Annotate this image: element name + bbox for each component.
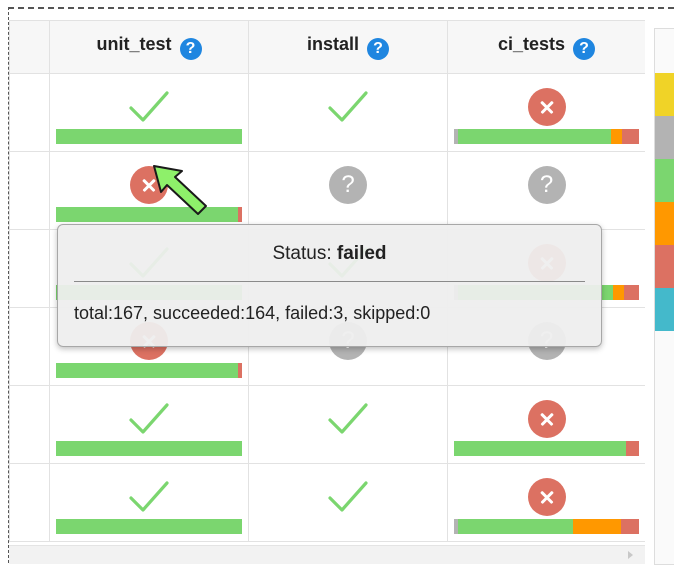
status-cell-install[interactable] [248, 73, 448, 152]
check-icon[interactable] [126, 84, 172, 130]
header-row: unit_test ? install ? ci_tests ? [9, 20, 645, 74]
legend-swatch [655, 202, 674, 245]
progress-segment-failure [626, 441, 639, 456]
status-cell-install[interactable]: ? [248, 151, 448, 230]
column-label: ci_tests [497, 34, 566, 54]
tooltip-title-prefix: Status: [272, 243, 332, 264]
legend-swatch [655, 73, 674, 116]
column-header-ci-tests[interactable]: ci_tests ? [447, 20, 645, 74]
header-stub [9, 20, 50, 74]
horizontal-scrollbar[interactable] [9, 545, 645, 564]
table-row [9, 385, 645, 464]
table-row [9, 463, 645, 542]
tooltip-summary: total:167, succeeded:164, failed:3, skip… [74, 303, 431, 323]
status-cell-unit-test[interactable] [49, 151, 249, 230]
row-stub [9, 73, 50, 152]
status-cell-install[interactable] [248, 385, 448, 464]
dashed-top-border [8, 7, 674, 9]
check-icon[interactable] [325, 84, 371, 130]
status-cell-unit-test[interactable] [49, 385, 249, 464]
check-icon[interactable] [126, 396, 172, 442]
status-cell-ci-tests[interactable] [447, 463, 645, 542]
progress-bar[interactable] [454, 519, 639, 534]
column-header-install[interactable]: install ? [248, 20, 448, 74]
failed-x-icon[interactable] [524, 396, 570, 442]
progress-bar[interactable] [454, 441, 639, 456]
progress-segment-failure [238, 207, 242, 222]
help-icon[interactable]: ? [573, 38, 596, 60]
table-row: ?? [9, 151, 645, 230]
progress-segment-success [454, 441, 627, 456]
status-legend-column [654, 28, 674, 565]
progress-segment-failure [624, 285, 639, 300]
progress-segment-failure [621, 519, 639, 534]
status-cell-install[interactable] [248, 463, 448, 542]
row-stub [9, 307, 50, 386]
legend-swatch [655, 288, 674, 331]
progress-segment-success [56, 441, 242, 456]
progress-segment-unknown [573, 519, 622, 534]
status-cell-unit-test[interactable] [49, 73, 249, 152]
status-cell-unit-test[interactable] [49, 463, 249, 542]
progress-segment-unknown [613, 285, 625, 300]
failed-x-icon[interactable] [524, 84, 570, 130]
progress-segment-unknown [611, 129, 623, 144]
column-label: unit_test [96, 34, 172, 54]
progress-segment-success [56, 519, 242, 534]
progress-bar[interactable] [56, 207, 242, 222]
scroll-right-arrow-icon[interactable] [628, 551, 633, 559]
help-icon[interactable]: ? [367, 38, 390, 60]
failed-x-icon[interactable] [524, 474, 570, 520]
column-header-unit-test[interactable]: unit_test ? [49, 20, 249, 74]
tooltip-divider [74, 281, 585, 282]
progress-segment-success [457, 129, 612, 144]
unknown-question-icon[interactable]: ? [325, 162, 371, 208]
legend-swatch [655, 116, 674, 159]
progress-bar[interactable] [56, 129, 242, 144]
progress-bar[interactable] [56, 441, 242, 456]
check-icon[interactable] [325, 396, 371, 442]
row-stub [9, 229, 50, 308]
progress-bar[interactable] [56, 363, 242, 378]
progress-segment-failure [622, 129, 639, 144]
status-tooltip: Status: failed total:167, succeeded:164,… [57, 224, 602, 347]
check-icon[interactable] [126, 474, 172, 520]
status-cell-ci-tests[interactable]: ? [447, 151, 645, 230]
progress-segment-success [56, 129, 242, 144]
legend-swatch [655, 159, 674, 202]
status-cell-ci-tests[interactable] [447, 73, 645, 152]
progress-segment-success [457, 519, 574, 534]
mouse-pointer-icon [152, 164, 214, 216]
status-cell-ci-tests[interactable] [447, 385, 645, 464]
tooltip-title: Status: failed [58, 243, 601, 265]
tooltip-status-value: failed [336, 243, 387, 264]
check-icon[interactable] [325, 474, 371, 520]
progress-segment-failure [238, 363, 242, 378]
legend-swatch [655, 245, 674, 288]
row-stub [9, 463, 50, 542]
table-row [9, 73, 645, 152]
column-label: install [306, 34, 359, 54]
progress-segment-success [56, 363, 239, 378]
progress-bar[interactable] [56, 519, 242, 534]
help-icon[interactable]: ? [179, 38, 202, 60]
progress-bar[interactable] [454, 129, 639, 144]
row-stub [9, 385, 50, 464]
row-stub [9, 151, 50, 230]
unknown-question-icon[interactable]: ? [524, 162, 570, 208]
